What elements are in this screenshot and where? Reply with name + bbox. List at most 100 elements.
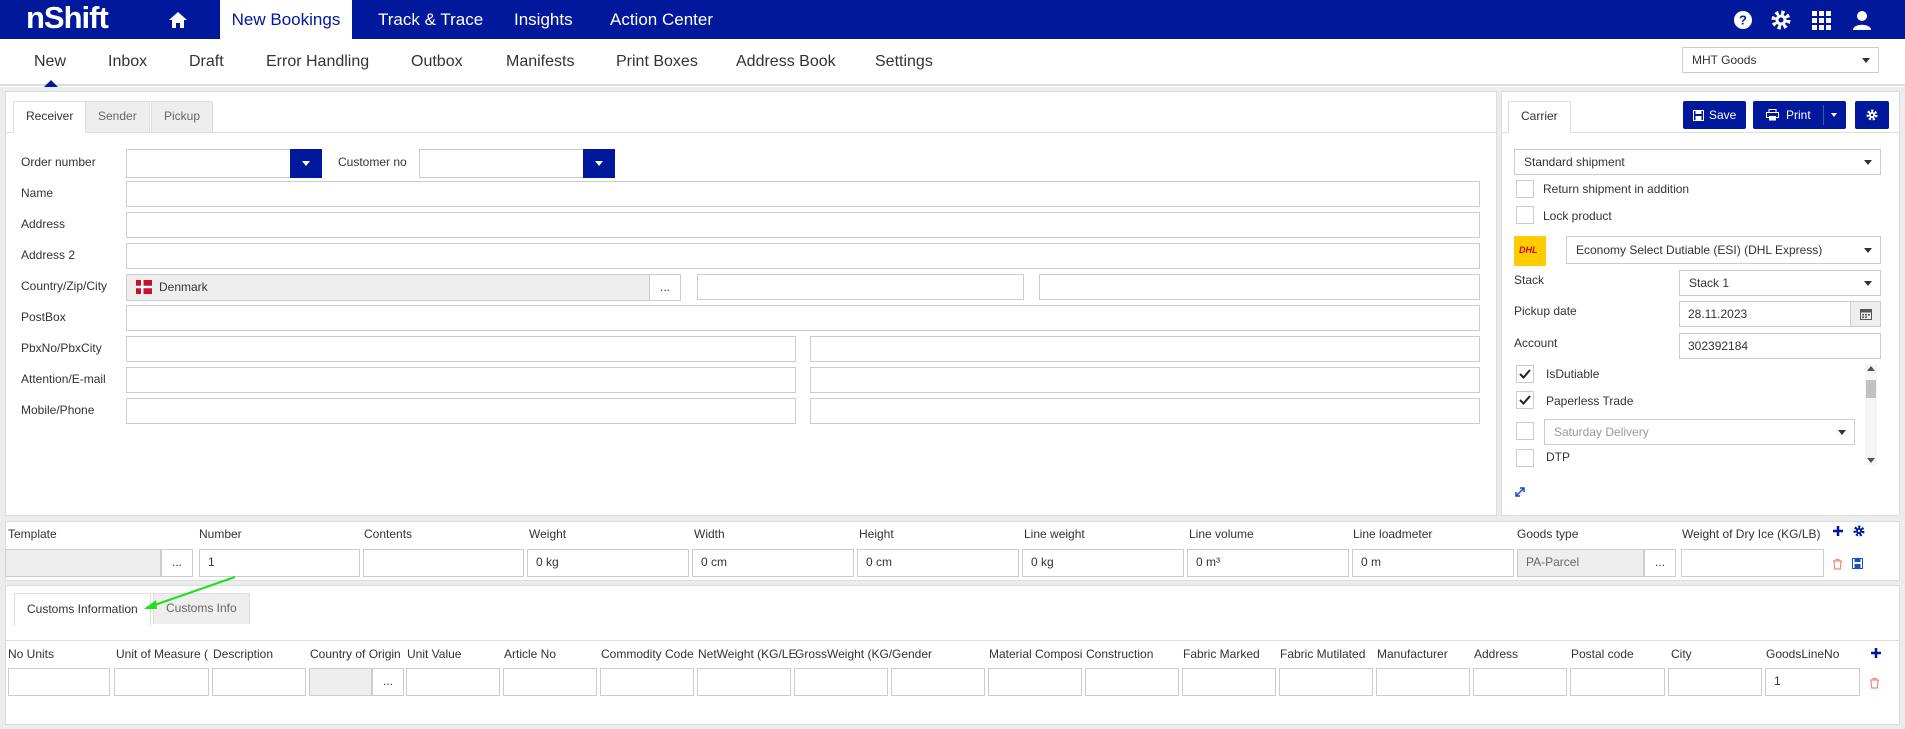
calendar-button[interactable] <box>1850 301 1881 327</box>
delete-customs-line-icon[interactable] <box>1869 677 1880 689</box>
tab-pickup[interactable]: Pickup <box>151 101 214 132</box>
template-select[interactable] <box>5 549 161 577</box>
print-button[interactable]: Print <box>1753 101 1846 129</box>
subtab-manifests[interactable]: Manifests <box>506 53 574 71</box>
add-customs-line-icon[interactable] <box>1870 647 1882 659</box>
goods-type-lookup-button[interactable]: ... <box>1644 549 1676 577</box>
pbx-city-input[interactable] <box>810 336 1480 362</box>
tab-carrier[interactable]: Carrier <box>1508 101 1571 133</box>
scroll-down-icon[interactable] <box>1867 458 1875 463</box>
construction-input[interactable] <box>1085 668 1179 696</box>
line-loadmeter-input[interactable]: 0 m <box>1352 549 1514 577</box>
name-input[interactable] <box>126 181 1480 207</box>
paperless-trade-checkbox[interactable] <box>1516 391 1534 409</box>
material-composition-input[interactable] <box>988 668 1082 696</box>
commodity-code-input[interactable] <box>600 668 694 696</box>
subtab-print-boxes[interactable]: Print Boxes <box>616 53 698 71</box>
article-no-input[interactable] <box>503 668 597 696</box>
line-volume-input[interactable]: 0 m³ <box>1187 549 1349 577</box>
tab-new-bookings[interactable]: New Bookings <box>220 0 352 39</box>
delete-goods-line-icon[interactable] <box>1832 558 1843 570</box>
country-of-origin-lookup-button[interactable]: ... <box>372 668 404 696</box>
is-dutiable-checkbox[interactable] <box>1516 365 1534 383</box>
goods-type-select[interactable]: PA-Parcel <box>1517 549 1644 577</box>
gear-icon[interactable] <box>1770 9 1792 31</box>
home-icon[interactable] <box>167 9 189 31</box>
save-goods-line-icon[interactable] <box>1852 558 1863 569</box>
subtab-inbox[interactable]: Inbox <box>108 53 147 71</box>
tab-action-center[interactable]: Action Center <box>610 0 713 39</box>
width-input[interactable]: 0 cm <box>692 549 854 577</box>
postal-code-input[interactable] <box>1570 668 1665 696</box>
description-input[interactable] <box>212 668 306 696</box>
scrollbar-thumb[interactable] <box>1866 380 1876 398</box>
dry-ice-weight-input[interactable] <box>1681 549 1824 577</box>
order-number-dropdown-button[interactable] <box>290 149 322 178</box>
no-units-input[interactable] <box>8 668 110 696</box>
subtab-draft[interactable]: Draft <box>189 53 224 71</box>
unit-of-measure-input[interactable] <box>114 668 209 696</box>
shipment-type-select[interactable]: Standard shipment <box>1514 149 1881 175</box>
gender-input[interactable] <box>891 668 985 696</box>
subtab-error-handling[interactable]: Error Handling <box>266 53 369 71</box>
dtp-checkbox[interactable] <box>1516 449 1534 467</box>
height-input[interactable]: 0 cm <box>857 549 1019 577</box>
address-input[interactable] <box>126 212 1480 238</box>
subtab-settings[interactable]: Settings <box>875 53 933 71</box>
customs-city-input[interactable] <box>1668 668 1762 696</box>
weight-input[interactable]: 0 kg <box>527 549 689 577</box>
unit-value-input[interactable] <box>406 668 500 696</box>
subtab-address-book[interactable]: Address Book <box>736 53 836 71</box>
city-input[interactable] <box>1039 274 1480 300</box>
country-of-origin-select[interactable] <box>309 668 372 696</box>
fabric-mutilated-input[interactable] <box>1279 668 1373 696</box>
chevron-down-icon[interactable] <box>1831 113 1837 117</box>
line-weight-input[interactable]: 0 kg <box>1022 549 1184 577</box>
gross-weight-input[interactable] <box>794 668 888 696</box>
country-select[interactable]: Denmark <box>126 274 650 301</box>
order-number-input[interactable] <box>126 149 291 178</box>
saturday-delivery-checkbox[interactable] <box>1516 422 1534 440</box>
customer-no-input[interactable] <box>419 149 584 178</box>
customs-address-input[interactable] <box>1473 668 1567 696</box>
stack-select[interactable]: Stack 1 <box>1679 270 1881 296</box>
pickup-date-input[interactable]: 28.11.2023 <box>1679 301 1851 327</box>
mobile-input[interactable] <box>126 398 796 424</box>
subtab-outbox[interactable]: Outbox <box>411 53 463 71</box>
contents-input[interactable] <box>363 549 524 577</box>
goods-settings-gear-icon[interactable] <box>1853 525 1865 537</box>
fabric-marked-input[interactable] <box>1182 668 1276 696</box>
scroll-up-icon[interactable] <box>1867 366 1875 371</box>
product-select[interactable]: Economy Select Dutiable (ESI) (DHL Expre… <box>1566 236 1881 264</box>
saturday-delivery-select[interactable]: Saturday Delivery <box>1544 419 1855 445</box>
zip-input[interactable] <box>697 274 1024 300</box>
save-button[interactable]: Save <box>1683 101 1746 129</box>
tab-track-trace[interactable]: Track & Trace <box>378 0 483 39</box>
template-lookup-button[interactable]: ... <box>161 549 193 577</box>
tab-sender[interactable]: Sender <box>85 101 150 132</box>
apps-grid-icon[interactable] <box>1810 9 1832 31</box>
user-icon[interactable] <box>1851 9 1873 31</box>
tab-insights[interactable]: Insights <box>514 0 573 39</box>
email-input[interactable] <box>810 367 1480 393</box>
subtab-new[interactable]: New <box>34 53 66 71</box>
net-weight-input[interactable] <box>697 668 791 696</box>
tab-customs-information[interactable]: Customs Information <box>14 593 151 626</box>
manufacturer-input[interactable] <box>1376 668 1470 696</box>
tab-receiver[interactable]: Receiver <box>13 101 87 133</box>
postbox-input[interactable] <box>126 305 1480 331</box>
customer-no-dropdown-button[interactable] <box>583 149 615 178</box>
add-goods-line-icon[interactable] <box>1832 525 1844 537</box>
help-icon[interactable]: ? <box>1732 9 1754 31</box>
expand-icon[interactable] <box>1514 486 1526 498</box>
attention-input[interactable] <box>126 367 796 393</box>
country-lookup-button[interactable]: ... <box>649 274 681 301</box>
account-input[interactable]: 302392184 <box>1679 333 1881 359</box>
pbx-no-input[interactable] <box>126 336 796 362</box>
address2-input[interactable] <box>126 243 1480 269</box>
phone-input[interactable] <box>810 398 1480 424</box>
profile-select[interactable]: MHT Goods <box>1682 47 1879 73</box>
goods-line-no-input[interactable]: 1 <box>1765 668 1860 696</box>
number-input[interactable]: 1 <box>199 549 360 577</box>
services-scrollbar[interactable] <box>1865 364 1877 465</box>
